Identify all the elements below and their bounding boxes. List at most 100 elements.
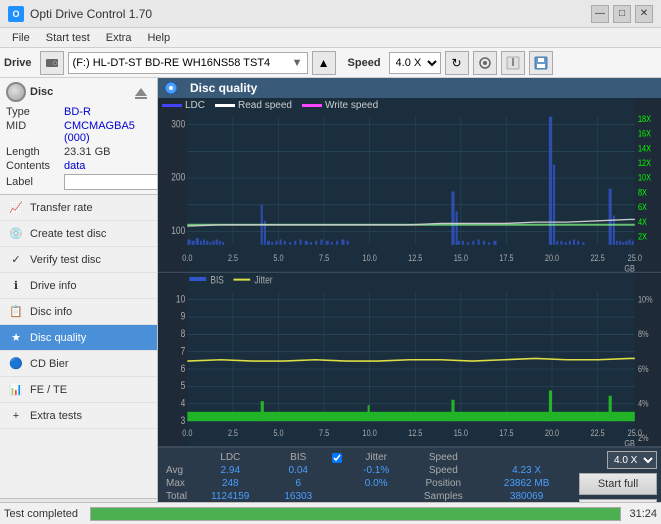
transfer-rate-label: Transfer rate bbox=[30, 202, 93, 214]
upper-legend: LDC Read speed Write speed bbox=[162, 100, 378, 111]
svg-text:12X: 12X bbox=[638, 157, 651, 168]
extra-tests-icon: + bbox=[8, 408, 24, 424]
write-speed-legend: Write speed bbox=[302, 100, 378, 111]
upper-chart-svg: 300 200 100 18X 16X 14X 12X 10X 8X 6X 4X… bbox=[158, 98, 661, 272]
disc-panel-title: Disc bbox=[30, 86, 53, 98]
sidebar-item-cd-bier[interactable]: 🔵 CD Bier bbox=[0, 351, 157, 377]
app-icon-letter: O bbox=[12, 9, 19, 19]
svg-text:4%: 4% bbox=[638, 397, 649, 408]
label-input[interactable] bbox=[64, 174, 158, 190]
disc-quality-icon: ★ bbox=[8, 330, 24, 346]
avg-label: Avg bbox=[162, 464, 192, 477]
speed-select-sm[interactable]: 4.0 X 2.0 X bbox=[607, 451, 657, 469]
fe-te-label: FE / TE bbox=[30, 384, 67, 396]
svg-text:10X: 10X bbox=[638, 172, 651, 183]
ldc-header: LDC bbox=[192, 451, 269, 464]
svg-text:7.5: 7.5 bbox=[319, 252, 329, 263]
svg-text:7: 7 bbox=[181, 345, 186, 357]
settings-icon bbox=[478, 56, 492, 70]
max-jitter: 0.0% bbox=[348, 477, 405, 490]
sidebar-item-fe-te[interactable]: 📊 FE / TE bbox=[0, 377, 157, 403]
speed-select[interactable]: 4.0 X 2.0 X 1.0 X bbox=[389, 52, 441, 74]
close-button[interactable]: ✕ bbox=[635, 5, 653, 23]
disc-quality-header-icon bbox=[164, 81, 178, 95]
stats-table: LDC BIS Jitter Speed bbox=[162, 451, 571, 503]
drive-icon bbox=[44, 55, 60, 71]
content-title: Disc quality bbox=[190, 81, 257, 95]
sidebar-item-disc-info[interactable]: 📋 Disc info bbox=[0, 299, 157, 325]
svg-text:16X: 16X bbox=[638, 128, 651, 139]
max-row: Max 248 6 0.0% Position 23862 MB bbox=[162, 477, 571, 490]
contents-label: Contents bbox=[6, 160, 64, 172]
drive-info-label: Drive info bbox=[30, 280, 76, 292]
svg-text:10: 10 bbox=[176, 293, 185, 305]
avg-speed-value: 4.23 X bbox=[482, 464, 571, 477]
speed-header: Speed bbox=[404, 451, 482, 464]
svg-text:200: 200 bbox=[171, 172, 185, 184]
sidebar-item-disc-quality[interactable]: ★ Disc quality bbox=[0, 325, 157, 351]
disc-contents-row: Contents data bbox=[6, 160, 151, 172]
content-area: Disc quality LDC Read speed bbox=[158, 78, 661, 524]
ldc-label: LDC bbox=[185, 100, 205, 111]
svg-text:7.5: 7.5 bbox=[319, 426, 329, 437]
svg-text:9: 9 bbox=[181, 310, 186, 322]
title-controls: — □ ✕ bbox=[591, 5, 653, 23]
svg-text:25.0: 25.0 bbox=[628, 252, 643, 263]
read-speed-legend: Read speed bbox=[215, 100, 292, 111]
svg-text:0.0: 0.0 bbox=[182, 252, 192, 263]
svg-text:20.0: 20.0 bbox=[545, 426, 560, 437]
info-button[interactable] bbox=[501, 51, 525, 75]
svg-text:3: 3 bbox=[181, 414, 186, 426]
svg-text:4X: 4X bbox=[638, 216, 647, 227]
refresh-button[interactable]: ↻ bbox=[445, 51, 469, 75]
settings-button[interactable] bbox=[473, 51, 497, 75]
write-speed-color bbox=[302, 104, 322, 107]
disc-mid-row: MID CMCMAGBA5 (000) bbox=[6, 120, 151, 144]
title-bar: O Opti Drive Control 1.70 — □ ✕ bbox=[0, 0, 661, 28]
eject-button[interactable]: ▲ bbox=[312, 51, 336, 75]
sidebar-item-extra-tests[interactable]: + Extra tests bbox=[0, 403, 157, 429]
drive-label: Drive bbox=[4, 57, 32, 69]
drive-select-arrow: ▼ bbox=[292, 57, 303, 69]
drive-select[interactable]: (F:) HL-DT-ST BD-RE WH16NS58 TST4 ▼ bbox=[68, 52, 308, 74]
drive-icon-button[interactable] bbox=[40, 51, 64, 75]
svg-text:10%: 10% bbox=[638, 293, 653, 304]
avg-speed-label: Speed bbox=[404, 464, 482, 477]
type-value: BD-R bbox=[64, 106, 91, 118]
menu-start-test[interactable]: Start test bbox=[38, 31, 98, 45]
lower-chart-svg: 10 9 8 7 6 5 4 3 10% 8% 6% 4% 2% 0.0 2 bbox=[158, 273, 661, 447]
sidebar-item-drive-info[interactable]: ℹ Drive info bbox=[0, 273, 157, 299]
svg-text:15.0: 15.0 bbox=[454, 252, 469, 263]
avg-bis: 0.04 bbox=[269, 464, 328, 477]
menu-file[interactable]: File bbox=[4, 31, 38, 45]
sidebar-item-transfer-rate[interactable]: 📈 Transfer rate bbox=[0, 195, 157, 221]
sidebar-item-create-test-disc[interactable]: 💿 Create test disc bbox=[0, 221, 157, 247]
verify-test-disc-label: Verify test disc bbox=[30, 254, 101, 266]
disc-panel: Disc Type BD-R MID CMCMAGBA5 (000) Lengt… bbox=[0, 78, 157, 195]
svg-text:14X: 14X bbox=[638, 142, 651, 153]
main-area: Disc Type BD-R MID CMCMAGBA5 (000) Lengt… bbox=[0, 78, 661, 524]
start-full-button[interactable]: Start full bbox=[579, 473, 657, 495]
avg-row: Avg 2.94 0.04 -0.1% Speed 4.23 X bbox=[162, 464, 571, 477]
svg-text:6%: 6% bbox=[638, 362, 649, 373]
sidebar-item-verify-test-disc[interactable]: ✓ Verify test disc bbox=[0, 247, 157, 273]
jitter-check-input[interactable] bbox=[332, 453, 342, 463]
jitter-checkbox[interactable] bbox=[332, 453, 344, 463]
ldc-color bbox=[162, 104, 182, 107]
save-button[interactable] bbox=[529, 51, 553, 75]
minimize-button[interactable]: — bbox=[591, 5, 609, 23]
create-test-disc-icon: 💿 bbox=[8, 226, 24, 242]
svg-text:25.0: 25.0 bbox=[628, 426, 643, 437]
disc-label-row: Label 🔍 bbox=[6, 174, 151, 190]
menu-extra[interactable]: Extra bbox=[98, 31, 140, 45]
verify-test-disc-icon: ✓ bbox=[8, 252, 24, 268]
speed-select-header bbox=[482, 451, 571, 464]
content-header: Disc quality bbox=[158, 78, 661, 98]
svg-text:8%: 8% bbox=[638, 328, 649, 339]
svg-text:BIS: BIS bbox=[210, 274, 223, 286]
maximize-button[interactable]: □ bbox=[613, 5, 631, 23]
menu-help[interactable]: Help bbox=[139, 31, 178, 45]
disc-quality-label: Disc quality bbox=[30, 332, 86, 344]
svg-text:18X: 18X bbox=[638, 113, 651, 124]
drive-select-value: (F:) HL-DT-ST BD-RE WH16NS58 TST4 bbox=[73, 57, 271, 69]
